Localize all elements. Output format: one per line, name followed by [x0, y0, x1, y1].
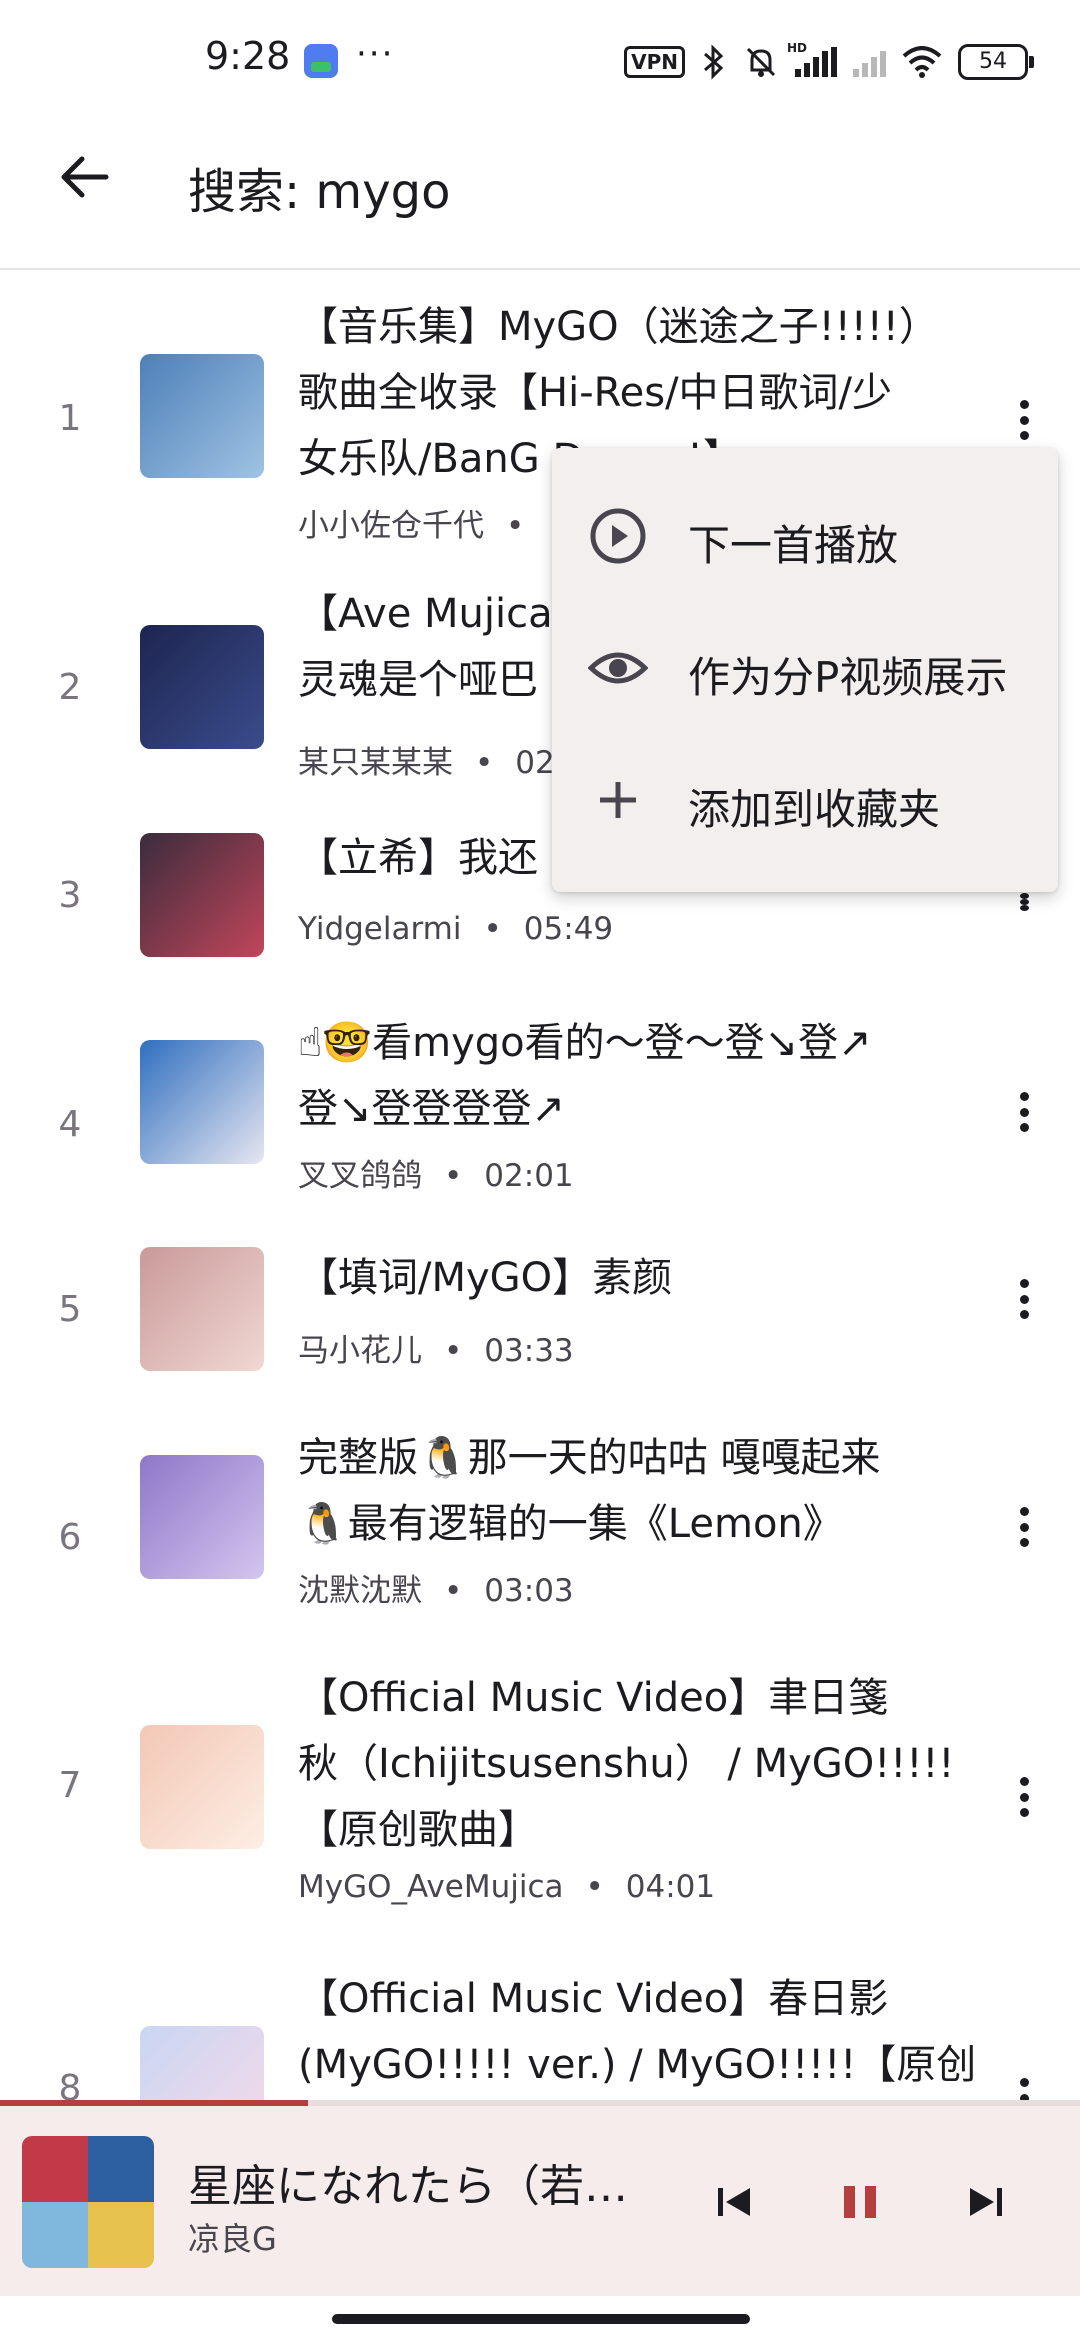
list-item[interactable]: 7 【Official Music Video】聿日箋 秋（Ichijitsus…: [0, 1665, 1080, 1925]
item-author: Yidgelarmi: [298, 911, 462, 947]
item-options-menu: 下一首播放 作为分P视频展示 添加到收藏夹: [552, 448, 1058, 892]
player-artist: 凉良G: [188, 2220, 277, 2258]
item-index: 2: [58, 667, 82, 708]
meta-separator: •: [444, 1158, 463, 1194]
meta-separator: •: [585, 1869, 604, 1905]
list-item[interactable]: 6 完整版🐧那一天的咕咕 嘎嘎起来 🐧最有逻辑的一集《Lemon》 沈默沈默 • 0…: [0, 1425, 1080, 1625]
item-duration: 02:01: [484, 1158, 574, 1194]
more-vert-icon[interactable]: [1010, 388, 1038, 452]
playback-progress[interactable]: [0, 2100, 1080, 2106]
item-author: MyGO_AveMujica: [298, 1869, 564, 1905]
menu-item-play-next[interactable]: 下一首播放: [552, 474, 1058, 598]
video-thumbnail: [140, 1247, 264, 1371]
play-circle-icon: [590, 508, 646, 564]
item-author: 沈默沈默: [298, 1573, 422, 1609]
meta-separator: •: [483, 911, 502, 947]
item-index: 1: [58, 398, 82, 439]
more-vert-icon[interactable]: [1010, 1495, 1038, 1559]
pause-icon[interactable]: [830, 2172, 890, 2232]
app-icon: [304, 44, 338, 78]
player-track-title: 星座になれたら（若…: [188, 2161, 628, 2212]
skip-previous-icon[interactable]: [704, 2172, 764, 2232]
list-item[interactable]: 5 【填词/MyGO】素颜 马小花儿 • 03:33: [0, 1245, 1080, 1395]
item-duration: 05:49: [523, 911, 614, 947]
item-title: 【Official Music Video】春日影 (MyGO!!!!! ver…: [298, 1976, 977, 2088]
list-item[interactable]: 4 ☝🤓看mygo看的～登～登↘登↗ 登↘登登登登↗ 叉叉鸽鸽 • 02:01: [0, 1010, 1080, 1210]
meta-separator: •: [444, 1573, 463, 1609]
video-thumbnail: [140, 354, 264, 478]
more-vert-icon[interactable]: [1010, 1267, 1038, 1331]
app-bar: [0, 120, 1080, 270]
item-meta: Yidgelarmi • 05:49: [298, 911, 613, 947]
item-duration: 03:03: [484, 1573, 574, 1609]
item-index: 5: [58, 1289, 82, 1330]
mute-icon: [746, 47, 776, 77]
item-meta: 某只某某某 • 02:: [298, 737, 565, 782]
status-icons: VPN 54: [624, 41, 1034, 80]
plus-icon: [600, 782, 636, 818]
more-vert-icon[interactable]: [1010, 1765, 1038, 1829]
menu-item-add-favorite[interactable]: 添加到收藏夹: [552, 740, 1058, 864]
item-duration: 03:33: [484, 1333, 574, 1369]
item-duration: 04:01: [625, 1869, 716, 1905]
item-title: ☝🤓看mygo看的～登～登↘登↗ 登↘登登登登↗: [298, 1020, 872, 1132]
item-author: 叉叉鸽鸽: [298, 1158, 422, 1194]
status-more: ···: [356, 34, 395, 74]
meta-separator: •: [475, 745, 494, 781]
menu-item-label: 下一首播放: [688, 521, 899, 570]
playback-progress-fill: [0, 2100, 308, 2106]
item-author: 马小花儿: [298, 1333, 422, 1369]
menu-item-label: 添加到收藏夹: [688, 785, 941, 834]
skip-next-icon[interactable]: [956, 2172, 1016, 2232]
home-indicator[interactable]: [332, 2314, 750, 2324]
video-thumbnail: [140, 625, 264, 749]
bluetooth-icon: [704, 44, 724, 80]
item-meta: 马小花儿 • 03:33: [298, 1325, 574, 1370]
status-bar: 9:28 ··· VPN 54: [0, 0, 1080, 120]
item-meta: 小小佐仓千代 •: [298, 500, 546, 545]
menu-item-show-parts[interactable]: 作为分P视频展示: [552, 608, 1058, 732]
vpn-icon: VPN: [624, 46, 685, 78]
item-title: 【填词/MyGO】素颜: [298, 1255, 673, 1301]
item-author: 小小佐仓千代: [298, 508, 484, 544]
item-index: 7: [58, 1765, 82, 1806]
item-meta: 叉叉鸽鸽 • 02:01: [298, 1150, 574, 1195]
page-title: 搜索: mygo: [188, 164, 451, 220]
meta-separator: •: [444, 1333, 463, 1369]
album-art: [22, 2136, 154, 2268]
signal-faint-icon: [853, 47, 886, 77]
item-index: 3: [58, 875, 82, 916]
item-title: 完整版🐧那一天的咕咕 嘎嘎起来 🐧最有逻辑的一集《Lemon》: [298, 1435, 881, 1547]
item-author: 某只某某某: [298, 745, 453, 781]
video-thumbnail: [140, 833, 264, 957]
item-index: 4: [58, 1104, 82, 1145]
status-time: 9:28: [205, 34, 291, 78]
menu-item-label: 作为分P视频展示: [688, 653, 1008, 702]
video-thumbnail: [140, 1725, 264, 1849]
video-thumbnail: [140, 2026, 264, 2100]
item-meta: 沈默沈默 • 03:03: [298, 1565, 574, 1610]
meta-separator: •: [506, 508, 525, 544]
eye-icon: [588, 652, 648, 684]
item-title: 【Official Music Video】聿日箋 秋（Ichijitsusen…: [298, 1675, 955, 1853]
wifi-icon: [902, 46, 942, 78]
arrow-back-icon[interactable]: [52, 145, 116, 209]
more-vert-icon[interactable]: [1010, 2066, 1038, 2100]
signal-icon: [787, 41, 837, 77]
item-meta: MyGO_AveMujica • 04:01: [298, 1869, 715, 1905]
video-thumbnail: [140, 1455, 264, 1579]
item-index: 8: [58, 2068, 82, 2100]
video-thumbnail: [140, 1040, 264, 1164]
item-index: 6: [58, 1517, 82, 1558]
list-item[interactable]: 8 【Official Music Video】春日影 (MyGO!!!!! v…: [0, 1966, 1080, 2100]
more-vert-icon[interactable]: [1010, 1080, 1038, 1144]
battery-icon: 54: [958, 44, 1034, 80]
